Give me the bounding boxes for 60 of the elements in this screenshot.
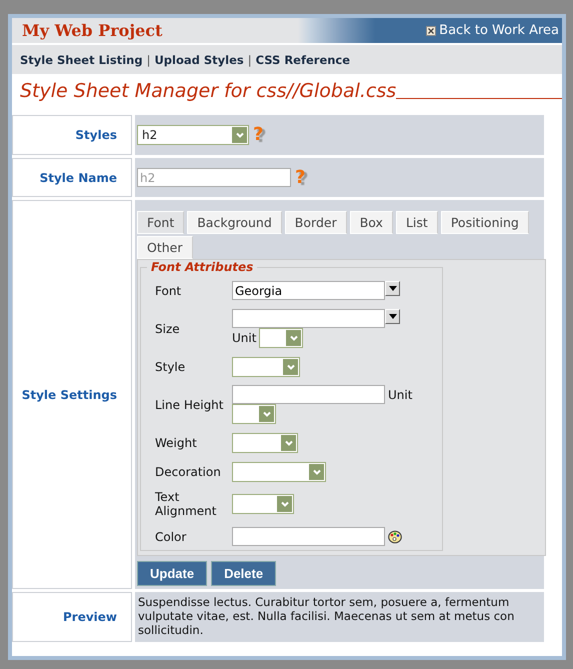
dropdown-button[interactable] <box>385 281 400 296</box>
field-label: Font <box>155 284 182 298</box>
unit-label: Unit <box>232 331 256 345</box>
color-field[interactable] <box>232 527 385 546</box>
field-label: Size <box>155 322 181 336</box>
combo-field[interactable]: Georgia <box>232 281 385 300</box>
select-field[interactable] <box>232 462 326 482</box>
nav-link[interactable]: Style Sheet Listing <box>20 52 143 66</box>
row-label: Preview <box>12 592 132 642</box>
close-icon <box>426 26 436 36</box>
text-field[interactable] <box>232 385 385 404</box>
nav-link[interactable]: CSS Reference <box>256 52 350 66</box>
select-field[interactable] <box>232 494 294 514</box>
combo-field[interactable] <box>232 309 385 328</box>
chevron-icon <box>283 358 298 374</box>
nav-separator: | <box>248 52 252 66</box>
unit-label: Unit <box>388 388 412 402</box>
field-label: Line Height <box>155 398 224 412</box>
style-name-field[interactable]: h2 <box>137 168 291 187</box>
preview-text: vulputate vitae, est. Nulla facilisi. Maecenas ut sem at metus con <box>138 609 514 623</box>
preview-text: sollicitudin. <box>138 623 204 637</box>
unit-select[interactable] <box>232 404 276 424</box>
fieldset-legend: Font Attributes <box>147 260 258 274</box>
page-heading: Style Sheet Manager for css//Global.css <box>20 79 396 103</box>
field-label: Style <box>155 360 186 374</box>
styles-select[interactable]: h2 <box>137 125 249 145</box>
action-button[interactable]: Update <box>137 561 208 586</box>
dropdown-button[interactable] <box>385 309 400 324</box>
field-label: Decoration <box>155 464 222 478</box>
row-label: Style Settings <box>12 200 132 589</box>
nav-link[interactable]: Upload Styles <box>154 52 244 66</box>
tab[interactable]: Font <box>137 211 184 234</box>
nav-separator: | <box>146 52 150 66</box>
caret-icon <box>388 286 396 291</box>
unit-select[interactable] <box>259 328 304 348</box>
chevron-icon <box>259 406 274 422</box>
chevron-icon <box>281 434 296 450</box>
field-label: Color <box>155 530 188 544</box>
field-label: Text Alignment <box>155 490 218 518</box>
tab[interactable]: Other <box>137 236 192 259</box>
back-link[interactable]: Back to Work Area <box>426 23 559 38</box>
tab[interactable]: Border <box>284 211 347 234</box>
field-label: Weight <box>155 436 198 450</box>
chevron-icon <box>232 127 247 143</box>
action-button[interactable]: Delete <box>211 561 276 586</box>
row-label: Style Name <box>12 158 132 197</box>
caret-icon <box>388 314 396 319</box>
preview-text: Suspendisse lectus. Curabitur tortor sem, posuere a, fermentum <box>138 595 510 609</box>
select-field[interactable] <box>232 356 300 376</box>
tab[interactable]: Positioning <box>440 211 529 234</box>
chevron-icon <box>277 496 292 512</box>
chevron-icon <box>309 464 324 480</box>
palette-icon[interactable] <box>388 530 402 544</box>
tab[interactable]: List <box>396 211 438 234</box>
window-title: My Web Project <box>22 21 162 40</box>
row-label: Styles <box>12 115 132 155</box>
tab[interactable]: Box <box>350 211 393 234</box>
select-field[interactable] <box>232 432 298 452</box>
chevron-icon <box>286 330 302 346</box>
tab[interactable]: Background <box>187 211 282 234</box>
